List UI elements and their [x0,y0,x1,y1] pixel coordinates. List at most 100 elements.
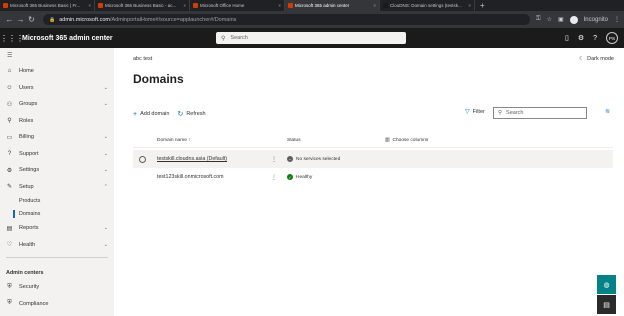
sidebar-item-settings[interactable]: ⚙ Settings ⌄ [0,162,114,179]
tab-title: Microsoft 365 admin center [295,3,350,8]
feedback-button[interactable]: ▤ [597,295,616,314]
choose-columns-button[interactable]: ▥ Choose columns [385,138,428,143]
feedback-icon: ▤ [603,301,610,309]
dark-mode-toggle[interactable]: ☾ Dark mode [579,56,614,62]
sidebar-item-domains[interactable]: Domains [0,208,114,221]
sidebar-item-setup[interactable]: ✎ Setup ⌃ [0,179,114,196]
header-search-placeholder: Search [230,35,248,41]
chevron-icon: ⌄ [103,101,108,108]
reload-icon[interactable]: ↻ [26,15,37,24]
close-icon[interactable]: × [373,3,376,8]
incognito-icon[interactable] [569,15,578,24]
browser-tab[interactable]: Microsoft Office Home × [190,0,285,11]
sidebar-item-label: Groups [19,101,38,108]
sidebar-item-support[interactable]: ? Support ⌄ [0,146,114,163]
url-field[interactable]: 🔒 admin.microsoft.com/AdminportalHome#/s… [43,14,530,25]
more-actions-icon[interactable]: ⋮ [271,156,277,163]
refresh-label: Refresh [186,111,206,117]
choose-columns-label: Choose columns [392,138,429,143]
columns-icon: ▥ [385,138,390,143]
browser-tab-bar: Microsoft 365 Business Basic | Fr... × Mic… [0,0,624,11]
shield-icon: ⛨ [7,283,12,290]
browser-tab[interactable]: Microsoft 365 Business Basic - ac... × [95,0,190,11]
sidebar-item-roles[interactable]: ⚲ Roles [0,113,114,130]
page-title: Domains [133,72,184,86]
status-icon: ✓ [287,174,293,180]
add-domain-button[interactable]: + Add domain [133,111,169,118]
browser-tab[interactable]: Microsoft 365 admin center × [285,0,380,11]
table-row[interactable]: test123skill.onmicrosoft.com ⋮ ✓ Healthy [133,168,613,186]
health-icon: ♡ [6,242,13,249]
refresh-button[interactable]: ↻ Refresh [177,110,205,118]
tab-favicon-icon [288,3,293,8]
billing-icon: ▭ [6,134,13,141]
sidebar-item-label: Roles [19,117,34,124]
main-content: abc test ☾ Dark mode Domains + Add domai… [114,48,624,316]
shield-icon: ⛨ [7,300,12,307]
users-icon: ☺ [6,84,13,91]
search-icon: ⚲ [221,35,226,42]
settings-icon: ⚙ [6,167,13,174]
chevron-icon: ⌄ [103,241,108,248]
hamburger-icon[interactable]: ☰ [0,48,114,63]
status-cell: − No services selected [287,156,340,162]
sidebar-item-home[interactable]: ⌂ Home [0,63,114,80]
filter-label: Filter [472,108,485,115]
close-icon[interactable]: × [278,3,281,8]
lock-icon: 🔒 [49,16,56,23]
forward-icon[interactable]: → [15,15,26,24]
sidebar-item-security[interactable]: ⛨ Security [0,279,114,296]
more-actions-icon[interactable]: ⋮ [271,174,277,181]
tab-title: Microsoft 365 Business Basic - ac... [105,3,177,8]
tab-favicon-icon [98,3,103,8]
domain-search-input[interactable]: ⚲ Search [493,107,587,119]
domain-name-link[interactable]: testskill.cloudns.asia (Default) [157,156,227,162]
sidebar-item-label: Setup [19,183,34,190]
sidebar-item-users[interactable]: ☺ Users ⌄ [0,80,114,97]
close-icon[interactable]: × [468,3,471,8]
setup-icon: ✎ [6,184,13,191]
sidebar-item-health[interactable]: ♡ Health ⌄ [0,237,114,254]
reports-icon: ▤ [6,225,13,232]
tab-favicon-icon [193,3,198,8]
table-row[interactable]: testskill.cloudns.asia (Default) ⋮ − No ser… [133,150,613,168]
extensions-icon[interactable]: ▣ [558,16,564,23]
sidebar-item-billing[interactable]: ▭ Billing ⌄ [0,129,114,146]
mobile-icon[interactable]: ▯ [565,34,569,42]
chat-support-button[interactable]: ◍ [597,275,616,294]
incognito-label: Incognito [583,16,608,23]
roles-icon: ⚲ [7,118,12,125]
app-title[interactable]: Microsoft 365 admin center [22,35,113,42]
help-icon[interactable]: ? [593,35,597,42]
view-options-icon[interactable]: ≋ [605,108,610,115]
new-tab-button[interactable]: + [475,0,490,11]
header-search-input[interactable]: ⚲ Search [216,32,406,44]
close-icon[interactable]: × [183,3,186,8]
tab-title: Microsoft 365 Business Basic | Fr... [10,3,81,8]
app-launcher-icon[interactable]: ⋮⋮⋮ [0,34,24,43]
avatar[interactable]: PS [606,32,618,44]
key-icon[interactable]: ⚿ [536,16,541,23]
tab-favicon-icon [3,3,8,8]
command-bar: + Add domain ↻ Refresh ▽ Filter ⚲ Search… [133,107,613,120]
sidebar-item-compliance[interactable]: ⛨ Compliance [0,296,114,313]
close-icon[interactable]: × [88,3,91,8]
back-icon[interactable]: ← [4,15,15,24]
menu-icon[interactable]: ⋮ [614,16,620,23]
sidebar-item-products[interactable]: Products [0,195,114,208]
chevron-icon: ⌄ [103,134,108,141]
gear-icon[interactable]: ⚙ [578,34,584,42]
tab-favicon-icon [383,3,388,8]
column-domain-name[interactable]: Domain name ↑ [157,138,191,143]
row-select-radio[interactable] [139,155,146,163]
column-status[interactable]: Status [287,138,301,143]
sidebar-item-groups[interactable]: ⚇ Groups ⌄ [0,96,114,113]
sidebar-item-reports[interactable]: ▤ Reports ⌄ [0,220,114,237]
domain-name-link[interactable]: test123skill.onmicrosoft.com [157,174,224,180]
sidebar-item-label: Security [19,284,40,291]
sidebar-item-label: Compliance [19,300,49,307]
filter-button[interactable]: ▽ Filter [465,108,485,116]
browser-tab[interactable]: ClouDNS: Domain settings (testsk... × [380,0,475,11]
browser-tab[interactable]: Microsoft 365 Business Basic | Fr... × [0,0,95,11]
star-icon[interactable]: ☆ [547,16,552,23]
